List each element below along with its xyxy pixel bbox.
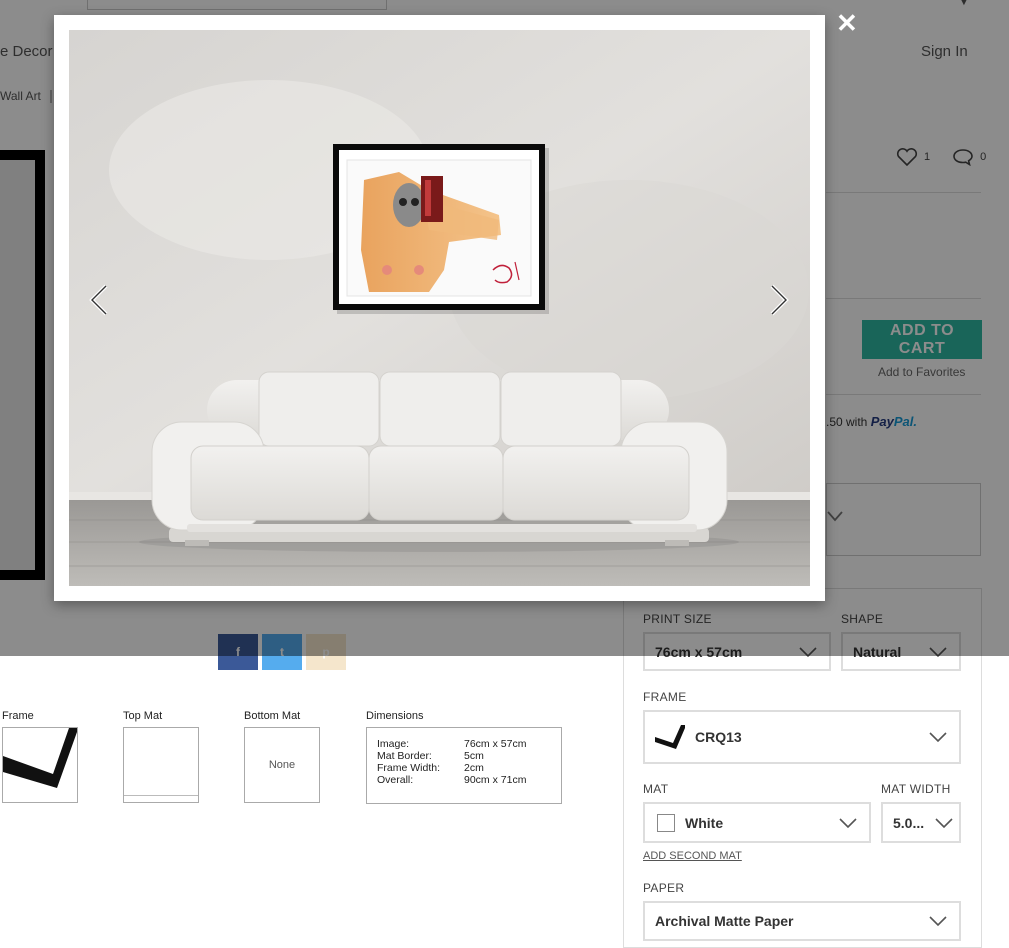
dimension-value: 90cm x 71cm (464, 774, 527, 786)
dimensions-box: Image: 76cm x 57cm Mat Border: 5cm Frame W… (366, 727, 562, 804)
dimension-key: Overall: (377, 774, 414, 786)
lightbox-dialog (54, 15, 825, 601)
paper-label: PAPER (643, 881, 685, 895)
mat-width-label: MAT WIDTH (881, 782, 951, 796)
dimension-value: 5cm (464, 750, 484, 762)
close-icon[interactable]: ✕ (836, 10, 858, 36)
chevron-down-icon (929, 732, 947, 743)
chevron-down-icon (929, 916, 947, 927)
frame-thumb-label: Frame (2, 710, 34, 722)
previous-image-arrow-icon[interactable] (86, 283, 112, 317)
frame-value: CRQ13 (695, 729, 742, 745)
chevron-down-icon (839, 817, 857, 828)
dimension-row: Image: 76cm x 57cm (377, 738, 526, 750)
dimension-key: Frame Width: (377, 762, 441, 774)
add-second-mat-link[interactable]: ADD SECOND MAT (643, 850, 742, 862)
dimension-row: Overall: 90cm x 71cm (377, 774, 526, 786)
top-mat-thumb-label: Top Mat (123, 710, 163, 722)
frame-select[interactable]: CRQ13 (643, 710, 961, 764)
frame-swatch-icon (655, 725, 685, 749)
dimensions-label: Dimensions (366, 710, 424, 722)
paper-value: Archival Matte Paper (655, 913, 794, 929)
dimension-row: Frame Width: 2cm (377, 762, 526, 774)
frame-thumbnail (2, 727, 78, 803)
dimension-key: Mat Border: (377, 750, 432, 762)
mat-width-value: 5.0... (893, 814, 925, 831)
mat-swatch-icon (657, 813, 675, 832)
frame-label: FRAME (643, 690, 687, 704)
chevron-down-icon (935, 817, 953, 828)
dimension-row: Mat Border: 5cm (377, 750, 526, 762)
dimension-key: Image: (377, 738, 410, 750)
mat-label: MAT (643, 782, 669, 796)
mat-select[interactable]: White (643, 802, 871, 843)
bottom-mat-thumbnail: None (244, 727, 320, 803)
next-image-arrow-icon[interactable] (766, 283, 792, 317)
dimension-value: 76cm x 57cm (464, 738, 527, 750)
paper-select[interactable]: Archival Matte Paper (643, 901, 961, 941)
mat-value: White (685, 814, 724, 831)
bottom-mat-thumb-label: Bottom Mat (244, 710, 301, 722)
room-preview-image (69, 30, 810, 586)
top-mat-thumbnail (123, 727, 199, 803)
dimension-value: 2cm (464, 762, 484, 774)
mat-width-select[interactable]: 5.0... (881, 802, 961, 843)
